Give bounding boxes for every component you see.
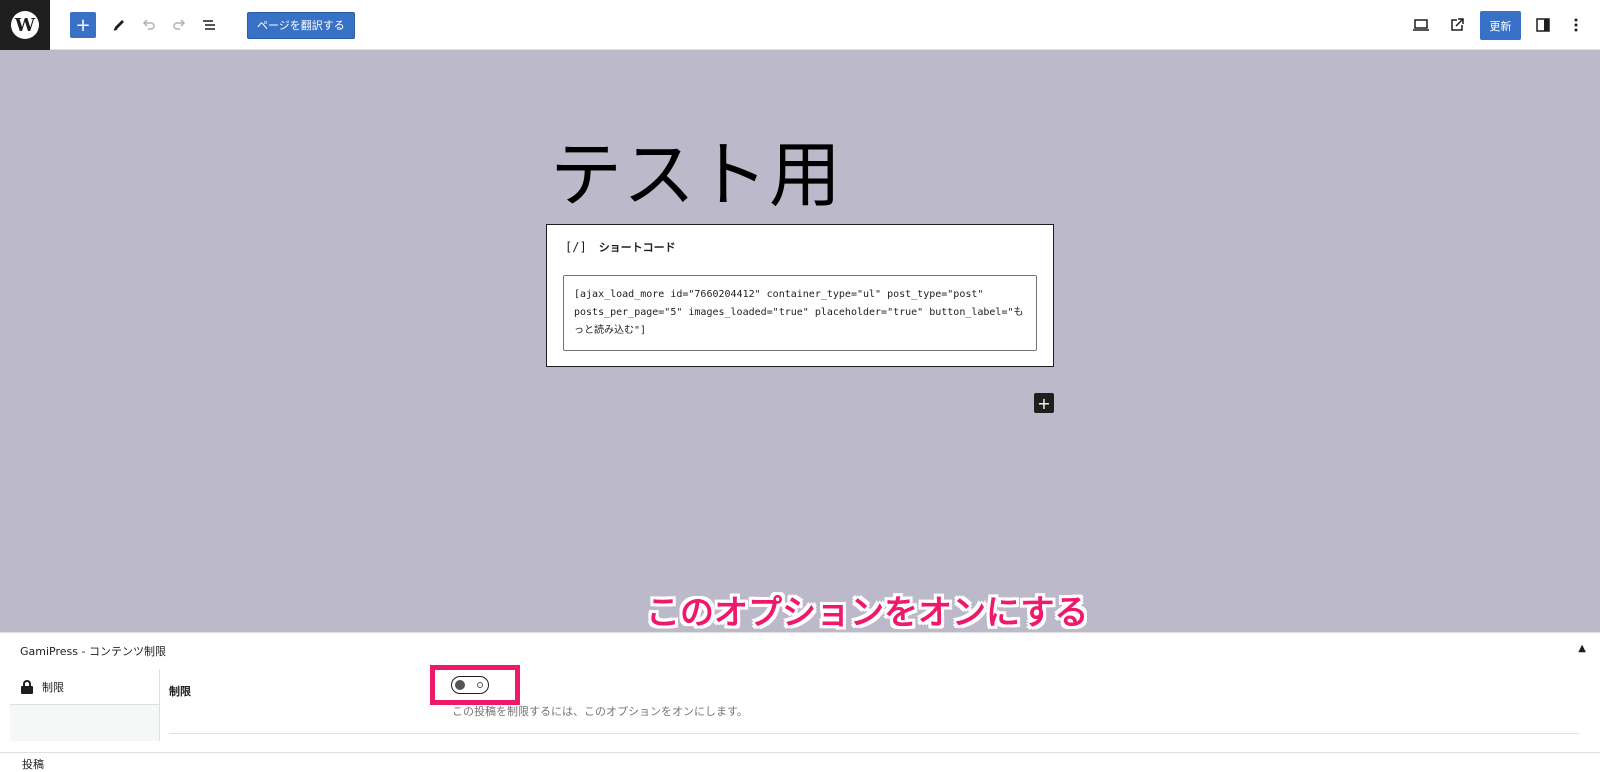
settings-sidebar-button[interactable]: [1530, 12, 1556, 38]
translate-page-button[interactable]: ページを翻訳する: [247, 12, 355, 39]
tab-restriction-label: 制限: [42, 680, 64, 694]
sidebar-icon: [1536, 18, 1550, 32]
list-view-icon: [203, 20, 215, 30]
list-view-button[interactable]: [196, 12, 222, 38]
annotation-highlight-box: [430, 665, 520, 705]
tools-button[interactable]: [106, 12, 132, 38]
wordpress-logo-button[interactable]: W: [0, 0, 50, 50]
add-block-button[interactable]: +: [70, 12, 96, 38]
metabox-title: GamiPress - コンテンツ制限: [20, 645, 166, 658]
shortcode-block-header: [/] ショートコード: [565, 239, 676, 255]
undo-icon: [142, 19, 155, 30]
editor-toolbar: W + ページを翻訳する 更新: [0, 0, 1600, 50]
shortcode-textarea[interactable]: [ajax_load_more id="7660204412" containe…: [563, 275, 1037, 351]
update-button[interactable]: 更新: [1480, 11, 1521, 40]
wordpress-logo-icon: W: [11, 11, 39, 39]
breadcrumb-post[interactable]: 投稿: [22, 756, 44, 772]
pencil-icon: [113, 20, 124, 31]
editor-canvas: テスト用 [/] ショートコード [ajax_load_more id="766…: [0, 50, 1600, 632]
undo-button[interactable]: [136, 12, 162, 38]
tab-restriction[interactable]: 制限: [10, 669, 159, 705]
annotation-text: このオプションをオンにする: [646, 593, 1089, 633]
shortcode-block[interactable]: [/] ショートコード [ajax_load_more id="76602044…: [546, 224, 1054, 367]
block-inserter-button[interactable]: +: [1034, 393, 1054, 413]
shortcode-label: ショートコード: [598, 241, 676, 254]
redo-icon: [173, 19, 186, 30]
plus-icon: +: [75, 14, 91, 36]
collapse-caret-icon[interactable]: ▲: [1578, 643, 1586, 654]
laptop-icon: [1413, 19, 1429, 31]
external-link-icon: [1451, 18, 1464, 31]
preview-button[interactable]: [1444, 12, 1470, 38]
page-title[interactable]: テスト用: [550, 116, 842, 221]
shortcode-icon: [/]: [565, 240, 587, 254]
restriction-description: この投稿を制限するには、このオプションをオンにします。: [452, 705, 748, 718]
options-button[interactable]: [1563, 12, 1589, 38]
redo-button[interactable]: [166, 12, 192, 38]
editor-footer: 投稿: [0, 752, 1600, 771]
view-button[interactable]: [1408, 12, 1434, 38]
plus-icon: +: [1037, 393, 1051, 413]
restriction-field-label: 制限: [169, 685, 191, 698]
metabox-tabs: 制限: [10, 669, 160, 741]
divider: [169, 733, 1579, 734]
gamipress-metabox: GamiPress - コンテンツ制限 ▲ 制限 制限 この投稿を制限するには、…: [0, 632, 1600, 752]
lock-icon: [20, 679, 34, 694]
more-vertical-icon: [1574, 18, 1578, 32]
